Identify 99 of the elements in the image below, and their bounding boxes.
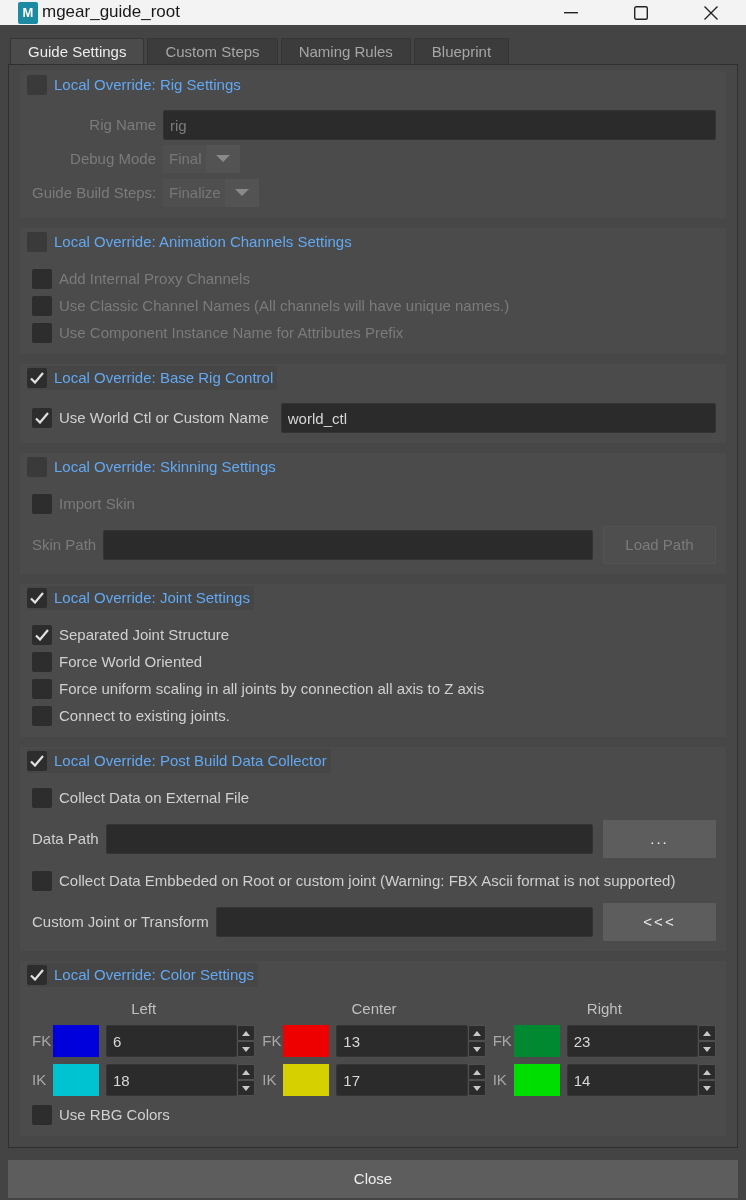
caret-icon <box>205 145 240 173</box>
checkbox[interactable] <box>32 678 52 699</box>
column-heading: Right <box>585 999 623 1019</box>
color-swatch-icon[interactable] <box>53 1025 99 1057</box>
spin-up-button[interactable] <box>237 1025 256 1041</box>
down-triangle-icon <box>242 1046 251 1052</box>
number-field[interactable]: 17 <box>336 1064 468 1096</box>
up-triangle-icon <box>703 1069 711 1075</box>
down-triangle-icon <box>472 1085 481 1091</box>
section-title: Local Override: Skinning Settings <box>54 458 276 476</box>
checkbox-label: Collect Data on External File <box>59 788 250 807</box>
color-label: FK <box>262 1032 283 1050</box>
checkbox[interactable] <box>32 493 52 514</box>
number-field[interactable]: 14 <box>566 1064 698 1096</box>
down-triangle-icon <box>703 1085 711 1091</box>
app-logo: M <box>18 1 38 24</box>
checkbox[interactable] <box>32 787 52 808</box>
section-title: Local Override: Rig Settings <box>54 76 241 94</box>
field-label: Custom Joint or Transform <box>32 913 209 931</box>
color-label: FK <box>32 1032 52 1050</box>
section-title: Local Override: Base Rig Control <box>54 369 274 387</box>
path-field[interactable] <box>103 530 593 560</box>
close-button[interactable]: Close <box>8 1160 738 1198</box>
checkmark-icon <box>30 755 44 767</box>
checkbox-label: Use World Ctl or Custom Name <box>59 409 269 427</box>
section-title: Local Override: Animation Channels Settings <box>54 233 352 251</box>
color-swatch-icon[interactable] <box>283 1025 330 1057</box>
section-title: Local Override: Color Settings <box>54 966 255 984</box>
down-triangle-icon <box>472 1046 481 1052</box>
path-button[interactable]: <<< <box>603 903 716 941</box>
checkbox[interactable] <box>27 751 47 771</box>
spin-down-button[interactable] <box>237 1080 256 1096</box>
checkbox[interactable] <box>27 965 47 985</box>
up-triangle-icon <box>242 1030 251 1036</box>
checkmark-icon <box>30 592 44 604</box>
number-field[interactable]: 18 <box>106 1064 238 1096</box>
checkbox-label: Connect to existing joints. <box>59 706 230 725</box>
checkbox[interactable] <box>32 295 52 316</box>
spin-up-button[interactable] <box>467 1025 486 1041</box>
path-field[interactable] <box>105 824 593 854</box>
text-field[interactable]: world_ctl <box>280 403 716 433</box>
spin-down-button[interactable] <box>237 1041 256 1057</box>
checkmark-icon <box>30 969 44 981</box>
down-triangle-icon <box>242 1085 251 1091</box>
window-title: mgear_guide_root <box>42 2 180 23</box>
column-heading: Center <box>350 999 398 1019</box>
checkbox-label: Force World Oriented <box>59 652 203 671</box>
color-label: IK <box>492 1071 508 1089</box>
section-title: Local Override: Post Build Data Collector <box>54 752 327 770</box>
checkbox[interactable] <box>32 322 52 343</box>
number-field[interactable]: 23 <box>566 1025 698 1057</box>
field-label: Data Path <box>32 830 99 848</box>
up-triangle-icon <box>242 1069 251 1075</box>
color-label: IK <box>32 1071 48 1089</box>
color-swatch-icon[interactable] <box>513 1064 560 1096</box>
checkbox[interactable] <box>32 408 52 428</box>
up-triangle-icon <box>472 1069 481 1075</box>
column-heading: Left <box>130 999 158 1019</box>
number-field[interactable]: 13 <box>336 1025 468 1057</box>
checkmark-icon <box>35 628 49 641</box>
section-title: Local Override: Joint Settings <box>54 589 250 607</box>
checkbox[interactable] <box>32 705 52 726</box>
checkbox-label: Use RBG Colors <box>59 1105 170 1124</box>
close-icon <box>704 5 718 20</box>
minimize-icon <box>564 11 578 14</box>
up-triangle-icon <box>703 1030 711 1036</box>
up-triangle-icon <box>472 1030 481 1036</box>
color-swatch-icon[interactable] <box>283 1064 330 1096</box>
tab[interactable]: Guide Settings <box>10 38 145 64</box>
number-field[interactable]: 6 <box>106 1025 238 1057</box>
text-field[interactable]: rig <box>163 110 716 140</box>
spin-up-button[interactable] <box>698 1025 716 1041</box>
checkbox[interactable] <box>32 870 52 891</box>
checkbox[interactable] <box>32 268 52 289</box>
checkbox[interactable] <box>27 368 47 388</box>
checkbox-label: Collect Data Embbeded on Root or custom joint (Warning: FBX Ascii format is not supported) <box>59 871 676 890</box>
down-triangle-icon <box>703 1046 711 1052</box>
tab[interactable]: Naming Rules <box>280 38 411 64</box>
spin-up-button[interactable] <box>698 1064 716 1080</box>
color-label: IK <box>262 1071 278 1089</box>
checkbox[interactable] <box>27 588 47 608</box>
caret-icon <box>224 179 259 207</box>
path-button[interactable]: ... <box>603 820 716 858</box>
tab[interactable]: Blueprint <box>413 38 510 64</box>
color-swatch-icon[interactable] <box>53 1064 99 1096</box>
color-swatch-icon[interactable] <box>513 1025 560 1057</box>
checkmark-icon <box>30 372 44 384</box>
spin-up-button[interactable] <box>467 1064 486 1080</box>
checkbox[interactable] <box>32 1104 52 1125</box>
checkbox-label: Separated Joint Structure <box>59 625 230 644</box>
checkbox[interactable] <box>32 624 52 645</box>
checkmark-icon <box>35 412 49 424</box>
spin-up-button[interactable] <box>237 1064 256 1080</box>
checkbox-label: Force uniform scaling in all joints by connection all axis to Z axis <box>59 679 485 698</box>
tab[interactable]: Custom Steps <box>147 38 278 64</box>
maximize-icon <box>634 5 648 20</box>
checkbox[interactable] <box>32 651 52 672</box>
path-field[interactable] <box>215 907 593 937</box>
color-label: FK <box>492 1032 513 1050</box>
